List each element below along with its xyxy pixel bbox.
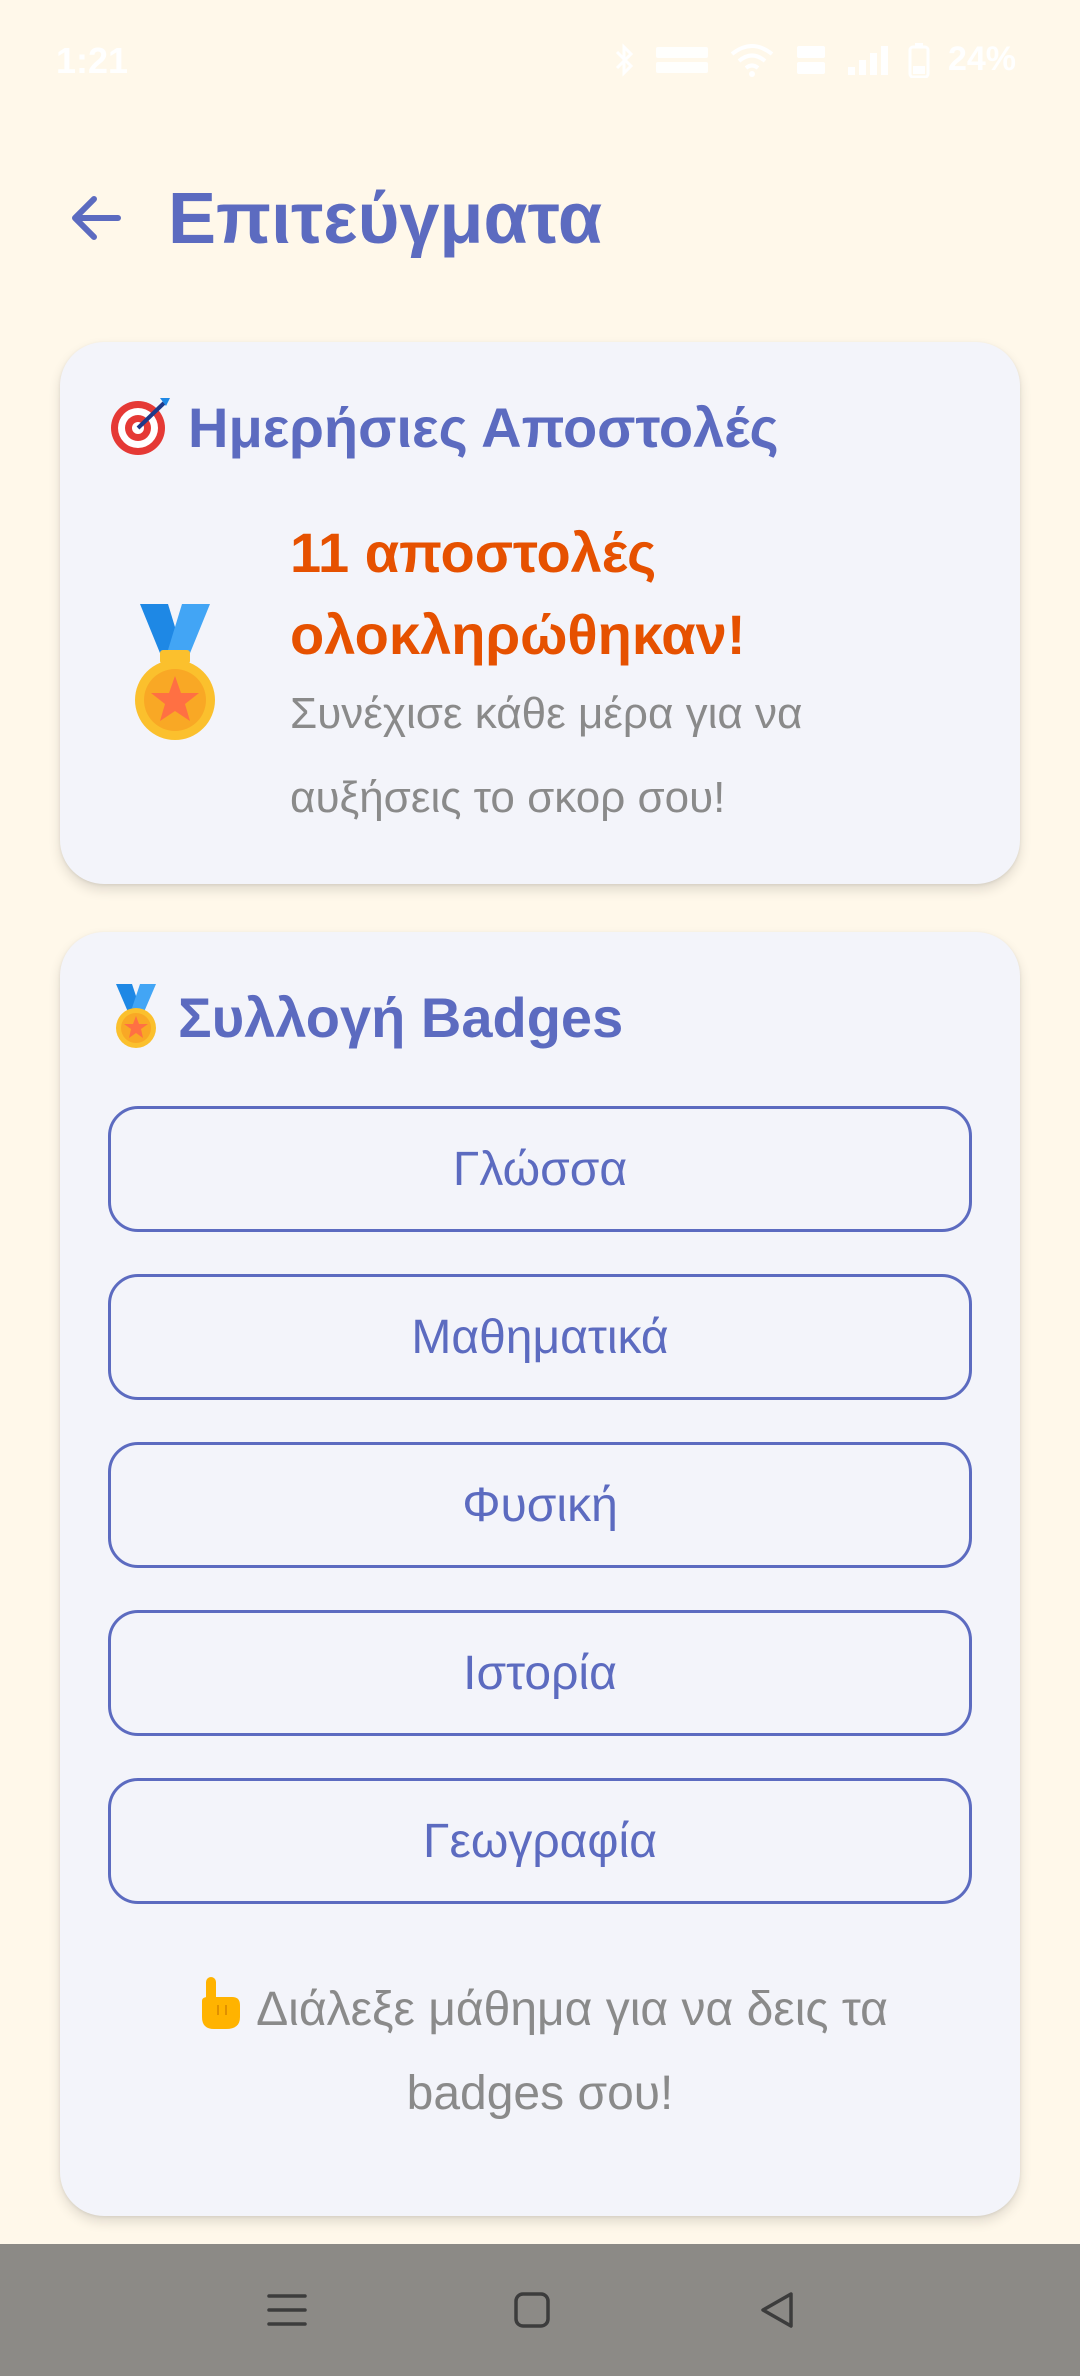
header: Επιτεύγματα (0, 160, 1080, 270)
missions-headline-line2: ολοκληρώθηκαν! (290, 603, 746, 666)
subject-list: Γλώσσα Μαθηματικά Φυσική Ιστορία Γεωγραφ… (108, 1106, 972, 1946)
data-speed-icon (654, 43, 710, 77)
status-icons: 24% (614, 40, 1016, 79)
battery-icon (908, 42, 930, 78)
medal-icon (120, 604, 230, 744)
home-icon (514, 2292, 550, 2328)
missions-completed-headline: 11 αποστολές ολοκληρώθηκαν! (290, 512, 980, 676)
subject-button-history[interactable]: Ιστορία (108, 1610, 972, 1736)
subject-button-physics[interactable]: Φυσική (108, 1442, 972, 1568)
back-button[interactable] (60, 182, 132, 254)
battery-percent: 24% (947, 40, 1016, 78)
badges-collection-title: Συλλογή Badges (108, 984, 623, 1050)
missions-subtitle: Συνέχισε κάθε μέρα για να αυξήσεις το σκ… (290, 689, 803, 822)
pointing-hand-icon (192, 1975, 246, 2031)
bluetooth-icon (614, 42, 636, 77)
signal-icon (846, 43, 890, 77)
medal-icon (108, 984, 164, 1050)
badges-collection-card: Συλλογή Badges Γλώσσα Μαθηματικά Φυσική … (60, 932, 1020, 2216)
missions-headline-line1: 11 αποστολές (290, 521, 657, 584)
subject-button-geography[interactable]: Γεωγραφία (108, 1778, 972, 1904)
daily-missions-title: Ημερήσιες Αποστολές (108, 394, 779, 460)
nav-back-button[interactable] (747, 2280, 807, 2340)
wifi-icon (728, 42, 776, 78)
nav-home-button[interactable] (502, 2280, 562, 2340)
subject-button-language[interactable]: Γλώσσα (108, 1106, 972, 1232)
page-title: Επιτεύγματα (168, 179, 603, 259)
status-time: 1:21 (56, 40, 129, 81)
badges-collection-title-text: Συλλογή Badges (178, 985, 624, 1049)
subject-button-math[interactable]: Μαθηματικά (108, 1274, 972, 1400)
system-nav-bar (0, 2244, 1080, 2376)
screen: 1:21 24% Επιτεύγματα Ημερήσιες Αποστολές… (0, 0, 1080, 2376)
daily-missions-title-text: Ημερήσιες Αποστολές (188, 395, 779, 459)
status-bar: 1:21 24% (0, 0, 1080, 120)
menu-icon (267, 2294, 307, 2326)
daily-missions-card: Ημερήσιες Αποστολές 11 αποστολές ολοκληρ… (60, 342, 1020, 884)
arrow-left-icon (72, 196, 121, 240)
volte-icon (794, 43, 828, 77)
nav-menu-button[interactable] (257, 2280, 317, 2340)
target-icon (108, 394, 174, 460)
back-icon (761, 2292, 793, 2328)
choose-subject-hint: Διάλεξε μάθημα για να δεις τα badges σου… (120, 1968, 960, 2136)
choose-subject-hint-text: Διάλεξε μάθημα για να δεις τα badges σου… (256, 1983, 888, 2120)
